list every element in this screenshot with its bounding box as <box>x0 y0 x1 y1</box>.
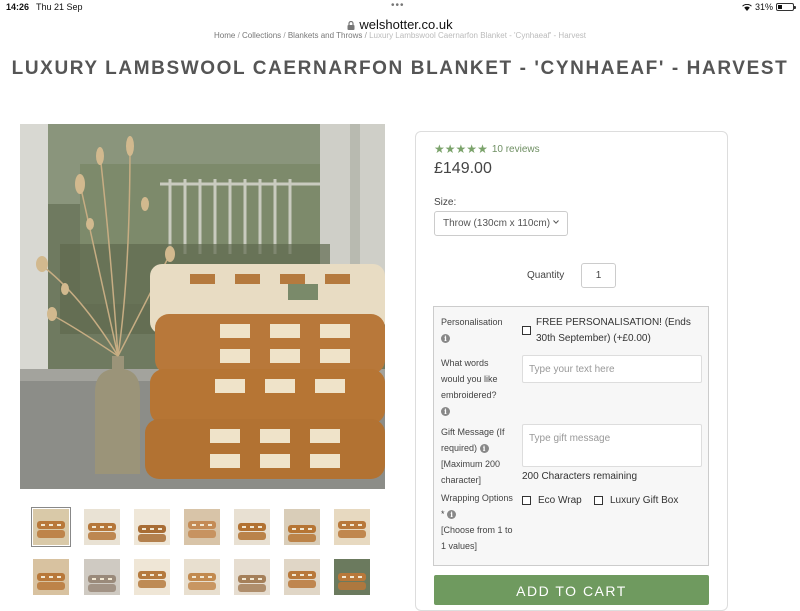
star-icon: ★ <box>444 142 456 156</box>
star-icon: ★ <box>455 142 467 156</box>
chars-remaining: 200 Characters remaining <box>522 471 638 482</box>
words-input[interactable]: Type your text here <box>522 355 702 383</box>
status-right: 31% <box>742 2 796 12</box>
gift-label-text: Gift Message (If required) <box>441 427 505 453</box>
gift-message-label: Gift Message (If required) i [Maximum 20… <box>441 424 521 488</box>
personalisation-label: Personalisation i <box>441 314 516 346</box>
info-icon[interactable]: i <box>479 444 489 454</box>
star-icon: ★ <box>466 142 478 156</box>
price: £149.00 <box>434 160 492 177</box>
breadcrumb-current: Luxury Lambswool Caernarfon Blanket - 'C… <box>369 31 586 40</box>
rating[interactable]: ★★★★★ 10 reviews <box>434 140 540 158</box>
info-icon[interactable]: i <box>441 334 450 344</box>
blanket-photo <box>20 124 385 489</box>
size-select[interactable]: Throw (130cm x 110cm) <box>434 211 568 236</box>
thumbnail-14[interactable] <box>334 559 370 595</box>
thumbnail-13[interactable] <box>284 559 320 595</box>
lock-icon <box>347 20 355 30</box>
breadcrumb: Home / Collections / Blankets and Throws… <box>214 31 586 40</box>
thumbnail-11[interactable] <box>184 559 220 595</box>
thumbnail-7[interactable] <box>334 509 370 545</box>
breadcrumb-home[interactable]: Home <box>214 31 235 40</box>
info-icon[interactable]: i <box>447 510 457 520</box>
words-input-placeholder: Type your text here <box>529 364 615 375</box>
luxury-gift-box-checkbox[interactable] <box>594 496 603 505</box>
free-personalisation-label: FREE PERSONALISATION! (Ends 30th Septemb… <box>536 317 691 344</box>
add-to-cart-button[interactable]: ADD TO CART <box>434 575 709 605</box>
thumbnail-10[interactable] <box>134 559 170 595</box>
battery-percent: 31% <box>754 2 773 12</box>
status-date: Thu 21 Sep <box>36 2 83 12</box>
thumbnail-2[interactable] <box>84 509 120 545</box>
battery-icon <box>776 3 796 11</box>
status-bar: 14:26 Thu 21 Sep ••• 31% <box>0 0 800 14</box>
wrapping-label: Wrapping Options * i [Choose from 1 to 1… <box>441 490 513 554</box>
personalisation-label-text: Personalisation <box>441 317 503 327</box>
chevron-down-icon <box>553 220 559 224</box>
thumbnail-5[interactable] <box>234 509 270 545</box>
size-label: Size: <box>434 197 457 208</box>
free-personalisation-checkbox[interactable] <box>522 326 531 335</box>
reviews-link[interactable]: 10 reviews <box>492 144 540 155</box>
page-title: LUXURY LAMBSWOOL CAERNARFON BLANKET - 'C… <box>11 58 789 79</box>
url-text: welshotter.co.uk <box>359 16 453 32</box>
info-icon[interactable]: i <box>441 407 450 417</box>
quantity-label: Quantity <box>527 270 565 281</box>
thumbnail-9[interactable] <box>84 559 120 595</box>
status-time: 14:26 <box>6 2 30 12</box>
gift-max-text: [Maximum 200 character] <box>441 459 501 485</box>
thumbnail-12[interactable] <box>234 559 270 595</box>
quantity-input[interactable]: 1 <box>581 263 616 288</box>
product-main-image[interactable] <box>20 124 385 489</box>
words-label-text: What words would you like embroidered? <box>441 358 498 400</box>
thumbnail-6[interactable] <box>284 509 320 545</box>
thumbnail-1[interactable] <box>31 507 71 547</box>
words-label: What words would you like embroidered? i <box>441 355 513 419</box>
gift-message-placeholder: Type gift message <box>529 433 611 444</box>
luxury-gift-box-label: Luxury Gift Box <box>610 495 679 506</box>
wrapping-note: [Choose from 1 to 1 values] <box>441 525 513 551</box>
gift-message-input[interactable]: Type gift message <box>522 424 702 467</box>
thumbnail-3[interactable] <box>134 509 170 545</box>
breadcrumb-collections[interactable]: Collections <box>242 31 281 40</box>
eco-wrap-checkbox[interactable] <box>522 496 531 505</box>
thumbnail-8[interactable] <box>33 559 69 595</box>
rating-stars: ★★★★★ <box>434 140 488 158</box>
thumbnail-4[interactable] <box>184 509 220 545</box>
star-icon: ★ <box>434 142 445 156</box>
multitask-dots-icon[interactable]: ••• <box>391 0 405 11</box>
star-icon: ★ <box>477 142 488 156</box>
breadcrumb-blankets[interactable]: Blankets and Throws <box>288 31 363 40</box>
wifi-icon <box>742 3 752 11</box>
eco-wrap-label: Eco Wrap <box>538 495 582 506</box>
size-select-value: Throw (130cm x 110cm) <box>443 218 551 229</box>
